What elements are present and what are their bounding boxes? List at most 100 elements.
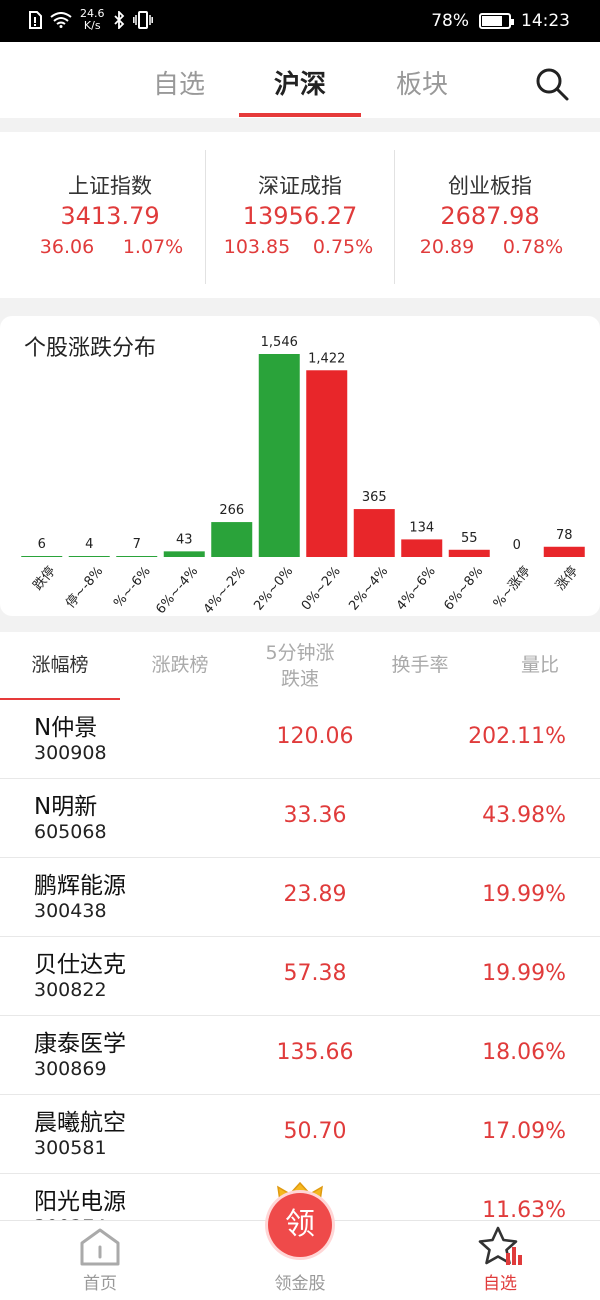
nav-home-label[interactable]: 首页 — [40, 1269, 160, 1294]
bar-1 — [68, 556, 110, 557]
stock-change-pct: 17.09% — [482, 1119, 566, 1144]
bar-9 — [448, 549, 490, 557]
tab-top-gainers[interactable]: 涨幅榜 — [0, 652, 120, 678]
bar-value-label: 1,422 — [308, 351, 345, 366]
index-change: 20.89 — [419, 236, 475, 258]
table-row[interactable]: 贝仕达克 300822 57.38 19.99% — [0, 937, 600, 1016]
star-chart-icon[interactable] — [476, 1225, 526, 1269]
tab-volume-ratio[interactable]: 量比 — [480, 652, 600, 678]
tab-shanghai-shenzhen[interactable]: 沪深 — [240, 64, 360, 101]
advance-decline-distribution[interactable]: 个股涨跌分布 6 跌停 4 停~-8% 7 %~-6% 43 6%~-4% 266 4%~-2% 1… — [0, 316, 600, 616]
stock-price: 50.70 — [283, 1119, 347, 1144]
stock-name: N仲景 — [34, 715, 98, 741]
tab-watchlist[interactable]: 自选 — [119, 64, 239, 101]
bar-8 — [401, 539, 443, 557]
bar-value-label: 1,546 — [261, 335, 298, 350]
status-bar: 24.6 K/s 78% 14:23 — [0, 0, 600, 42]
index-value: 3413.79 — [60, 202, 160, 230]
tab-sectors[interactable]: 板块 — [362, 64, 482, 101]
stock-name: 贝仕达克 — [34, 952, 126, 978]
bottom-navigation: 首页 领 领金股 自选 — [0, 1181, 600, 1300]
index-name: 深证成指 — [258, 174, 342, 198]
bar-value-label: 6 — [38, 537, 46, 552]
distribution-chart: 6 跌停 4 停~-8% 7 %~-6% 43 6%~-4% 266 4%~-2% 1,546 2%~… — [21, 335, 585, 616]
category-tick-label: 跌停 — [30, 563, 59, 593]
home-icon[interactable] — [78, 1227, 122, 1267]
network-speed-unit: K/s — [83, 19, 101, 32]
bar-11 — [543, 546, 585, 557]
ranking-tabs: 涨幅榜 涨跌榜 5分钟涨 跌速 换手率 量比 — [0, 632, 600, 701]
wifi-icon — [50, 12, 72, 28]
stock-name: 晨曦航空 — [34, 1110, 126, 1136]
bar-value-label: 266 — [219, 503, 244, 518]
index-summary: 上证指数 3413.79 36.06 1.07% 深证成指 13956.27 10… — [0, 132, 600, 298]
stock-change-pct: 202.11% — [468, 724, 566, 749]
table-row[interactable]: 晨曦航空 300581 50.70 17.09% — [0, 1095, 600, 1174]
stock-name: 康泰医学 — [34, 1031, 126, 1057]
battery-percent: 78% — [431, 11, 469, 31]
table-row[interactable]: N仲景 300908 120.06 202.11% — [0, 700, 600, 779]
stock-price: 57.38 — [283, 961, 347, 986]
bar-4 — [211, 522, 253, 557]
bar-value-label: 78 — [556, 528, 573, 543]
stock-change-pct: 43.98% — [482, 803, 566, 828]
tab-5min-speed-line1: 5分钟涨 — [265, 642, 335, 664]
stock-code: 300581 — [34, 1137, 107, 1159]
stock-code: 605068 — [34, 821, 107, 843]
index-name: 上证指数 — [68, 174, 152, 198]
category-tick-label: %~-6% — [111, 564, 154, 611]
index-change: 103.85 — [223, 236, 291, 258]
bar-value-label: 134 — [409, 520, 434, 535]
bluetooth-icon — [113, 11, 124, 29]
bar-2 — [116, 556, 158, 557]
category-tick-label: 6%~-4% — [153, 564, 201, 616]
bar-7 — [353, 509, 395, 557]
stock-name: N明新 — [34, 794, 98, 820]
bar-5 — [258, 354, 300, 557]
category-tick-label: 0%~2% — [299, 564, 344, 614]
bar-0 — [21, 556, 63, 557]
table-row[interactable]: 鹏辉能源 300438 23.89 19.99% — [0, 858, 600, 937]
stock-price: 135.66 — [276, 1040, 354, 1065]
index-card-shenzhen[interactable]: 深证成指 13956.27 103.85 0.75% — [200, 132, 400, 298]
claim-stock-button[interactable]: 领 — [268, 1193, 332, 1257]
index-name: 创业板指 — [448, 174, 532, 198]
sim-card-icon — [29, 11, 42, 29]
stock-code: 300822 — [34, 979, 107, 1001]
market-tabs: 自选 沪深 板块 — [0, 42, 600, 118]
index-card-shanghai[interactable]: 上证指数 3413.79 36.06 1.07% — [10, 132, 210, 298]
category-tick-label: %~涨停 — [490, 563, 534, 611]
bar-value-label: 4 — [85, 537, 93, 552]
stock-code: 300908 — [34, 742, 107, 764]
category-tick-label: 涨停 — [552, 563, 581, 593]
category-tick-label: 2%~4% — [346, 564, 391, 614]
stock-change-pct: 18.06% — [482, 1040, 566, 1065]
stock-change-pct: 19.99% — [482, 882, 566, 907]
search-icon[interactable] — [534, 66, 570, 102]
stock-name: 阳光电源 — [34, 1189, 126, 1215]
nav-watchlist-label[interactable]: 自选 — [440, 1269, 560, 1294]
bar-value-label: 7 — [133, 537, 141, 552]
tab-change-ranking[interactable]: 涨跌榜 — [120, 652, 240, 678]
table-row[interactable]: N明新 605068 33.36 43.98% — [0, 779, 600, 858]
index-change-pct: 1.07% — [122, 236, 184, 258]
index-card-chinext[interactable]: 创业板指 2687.98 20.89 0.78% — [390, 132, 590, 298]
tab-5min-speed-line2: 跌速 — [280, 668, 319, 690]
battery-level — [482, 16, 503, 26]
bar-value-label: 55 — [461, 531, 478, 546]
index-change-pct: 0.75% — [312, 236, 374, 258]
stock-change-pct: 19.99% — [482, 961, 566, 986]
table-row[interactable]: 康泰医学 300869 135.66 18.06% — [0, 1016, 600, 1095]
bar-value-label: 0 — [513, 538, 521, 553]
stock-price: 23.89 — [283, 882, 347, 907]
bar-value-label: 43 — [176, 532, 193, 547]
nav-claim-stock-label[interactable]: 领金股 — [240, 1269, 360, 1294]
tab-5min-speed[interactable]: 5分钟涨 跌速 — [240, 640, 360, 692]
stock-price: 33.36 — [283, 803, 347, 828]
tab-turnover[interactable]: 换手率 — [360, 652, 480, 678]
battery-icon — [479, 13, 514, 29]
stock-change-pct: 11.63% — [482, 1198, 566, 1220]
index-value: 13956.27 — [242, 202, 358, 230]
clock: 14:23 — [521, 11, 570, 31]
category-tick-label: 2%~0% — [251, 564, 296, 614]
